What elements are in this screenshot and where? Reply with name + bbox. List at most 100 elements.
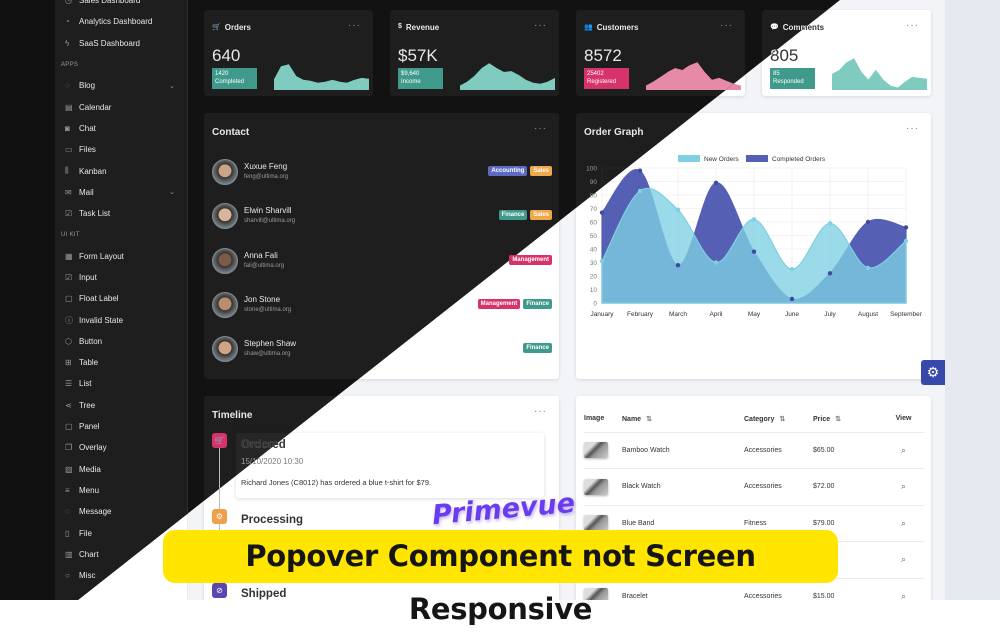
data-point	[599, 210, 605, 215]
sidebar-item-blog[interactable]: ◌ Blog ⌄	[55, 75, 187, 96]
sidebar-item-label: Calendar	[79, 102, 112, 112]
sidebar-item-files[interactable]: ▭ Files	[55, 139, 187, 160]
y-tick-label: 20	[590, 274, 598, 281]
sidebar-item-label: Message	[79, 507, 112, 517]
sidebar-item-sales-dashboard[interactable]: ◷ Sales Dashboard	[55, 0, 187, 11]
settings-button[interactable]: ⚙	[921, 360, 945, 385]
view-cell: ⌕	[883, 578, 924, 600]
sparkline-area	[274, 64, 369, 90]
contact-tags: ManagementFinance	[477, 298, 552, 309]
sidebar-item-form-layout[interactable]: ▦ Form Layout	[55, 246, 187, 267]
contact-title: Contact	[212, 127, 250, 138]
contact-email: feng@ultima.org	[244, 174, 289, 180]
search-icon[interactable]: ⌕	[901, 554, 906, 564]
chevron-down-icon[interactable]: ⌄	[169, 82, 175, 90]
stat-title-label: Orders	[224, 23, 251, 32]
data-point	[599, 258, 605, 264]
more-icon[interactable]: ···	[348, 20, 361, 31]
form-layout-icon: ▦	[65, 251, 73, 261]
sidebar-item-label: Float Label	[79, 294, 119, 304]
stat-card-revenue: $Revenue ··· $57K $9,640 Income	[390, 10, 559, 96]
sidebar-item-calendar[interactable]: ▤ Calendar	[55, 96, 187, 117]
column-header-image: Image	[584, 406, 622, 433]
invalid-state-icon: ⓘ	[65, 315, 73, 325]
more-icon[interactable]: ···	[534, 123, 547, 134]
sidebar-item-message[interactable]: ◌ Message	[55, 501, 187, 522]
chevron-down-icon[interactable]: ⌄	[169, 188, 175, 196]
sidebar-item-input[interactable]: ☑ Input	[55, 267, 187, 288]
data-point	[637, 188, 643, 194]
data-point	[751, 249, 757, 254]
sidebar-item-media[interactable]: ▨ Media	[55, 459, 187, 480]
calendar-icon: ▤	[65, 102, 73, 112]
sort-icon[interactable]: ⇅	[646, 416, 652, 423]
more-icon[interactable]: ···	[906, 20, 919, 31]
column-label: Category	[744, 415, 775, 423]
contact-row[interactable]: Elwin Sharvill sharvill@ultima.org Finance…	[212, 201, 552, 231]
column-header-price[interactable]: Price ⇅	[813, 406, 883, 433]
more-icon[interactable]: ···	[534, 406, 547, 417]
sidebar-item-label: Sales Dashboard	[79, 0, 141, 6]
media-icon: ▨	[65, 464, 73, 474]
sort-icon[interactable]: ⇅	[779, 416, 785, 423]
sidebar-item-panel[interactable]: ▢ Panel	[55, 416, 187, 437]
x-tick-label: June	[785, 311, 799, 318]
sidebar-item-chat[interactable]: ◙ Chat	[55, 118, 187, 139]
sidebar-item-invalid-state[interactable]: ⓘ Invalid State	[55, 309, 187, 330]
sidebar-item-list[interactable]: ☰ List	[55, 373, 187, 394]
search-icon[interactable]: ⌕	[901, 481, 906, 491]
contact-tags: FinanceSales	[498, 210, 552, 221]
sidebar-item-mail[interactable]: ✉ Mail ⌄	[55, 182, 187, 203]
analytics-dashboard-icon: ◔	[65, 17, 70, 27]
sidebar-item-menu[interactable]: ≡ Menu	[55, 480, 187, 501]
sidebar-item-label: SaaS Dashboard	[79, 38, 140, 48]
x-tick-label: September	[890, 311, 923, 318]
contact-row[interactable]: Xuxue Feng feng@ultima.org AccountingSales	[212, 157, 552, 187]
sidebar-item-button[interactable]: ⬡ Button	[55, 331, 187, 352]
more-icon[interactable]: ···	[720, 20, 733, 31]
column-label: Name	[622, 415, 642, 423]
message-icon: ◌	[65, 507, 70, 517]
sidebar-item-kanban[interactable]: ⫼ Kanban	[55, 160, 187, 181]
badge-value: 85	[773, 71, 780, 77]
sidebar-item-label: Analytics Dashboard	[79, 17, 153, 27]
mail-icon: ✉	[65, 187, 72, 197]
sort-icon[interactable]: ⇅	[835, 416, 841, 423]
cart-icon: 🛒	[212, 433, 227, 448]
timeline-status: Processing	[241, 514, 303, 526]
column-header-category[interactable]: Category ⇅	[744, 406, 813, 433]
product-image	[584, 442, 608, 459]
more-icon[interactable]: ···	[534, 20, 547, 31]
stat-card-orders: 🛒Orders ··· 640 1420 Completed	[204, 10, 373, 96]
search-icon[interactable]: ⌕	[901, 445, 906, 455]
sidebar-item-saas-dashboard[interactable]: ϟ SaaS Dashboard	[55, 33, 187, 54]
chart-icon: ▥	[65, 549, 73, 559]
sidebar-item-float-label[interactable]: ▢ Float Label	[55, 288, 187, 309]
x-tick-label: August	[858, 311, 878, 318]
stat-title: 👥Customers	[584, 23, 639, 32]
tag-finance: Finance	[498, 210, 528, 221]
data-point	[751, 217, 757, 222]
stat-title-label: Revenue	[405, 23, 440, 32]
search-icon[interactable]: ⌕	[901, 591, 906, 600]
sidebar-item-tree[interactable]: ⋖ Tree	[55, 395, 187, 416]
sales-dashboard-icon: ◷	[65, 0, 72, 6]
sparkline	[460, 63, 555, 90]
sidebar-item-label: Misc	[79, 571, 96, 581]
data-point	[865, 219, 871, 225]
stat-badge: $9,640 Income	[398, 68, 443, 89]
sidebar-item-label: Tree	[79, 400, 96, 410]
avatar	[212, 336, 238, 363]
sidebar-item-label: Media	[79, 464, 101, 474]
sparkline	[646, 62, 741, 90]
headline-banner: Popover Component not Screen Responsive	[163, 530, 838, 626]
column-header-name[interactable]: Name ⇅	[622, 406, 744, 433]
kanban-icon: ⫼	[65, 166, 69, 176]
search-icon[interactable]: ⌕	[901, 518, 906, 528]
chat-icon: ◙	[65, 123, 70, 133]
sidebar-item-overlay[interactable]: ❐ Overlay	[55, 437, 187, 458]
sidebar-item-table[interactable]: ⊞ Table	[55, 352, 187, 373]
sparkline-area	[646, 62, 741, 90]
sidebar-item-analytics-dashboard[interactable]: ◔ Analytics Dashboard	[55, 11, 187, 32]
sidebar-item-task-list[interactable]: ☑ Task List	[55, 203, 187, 224]
